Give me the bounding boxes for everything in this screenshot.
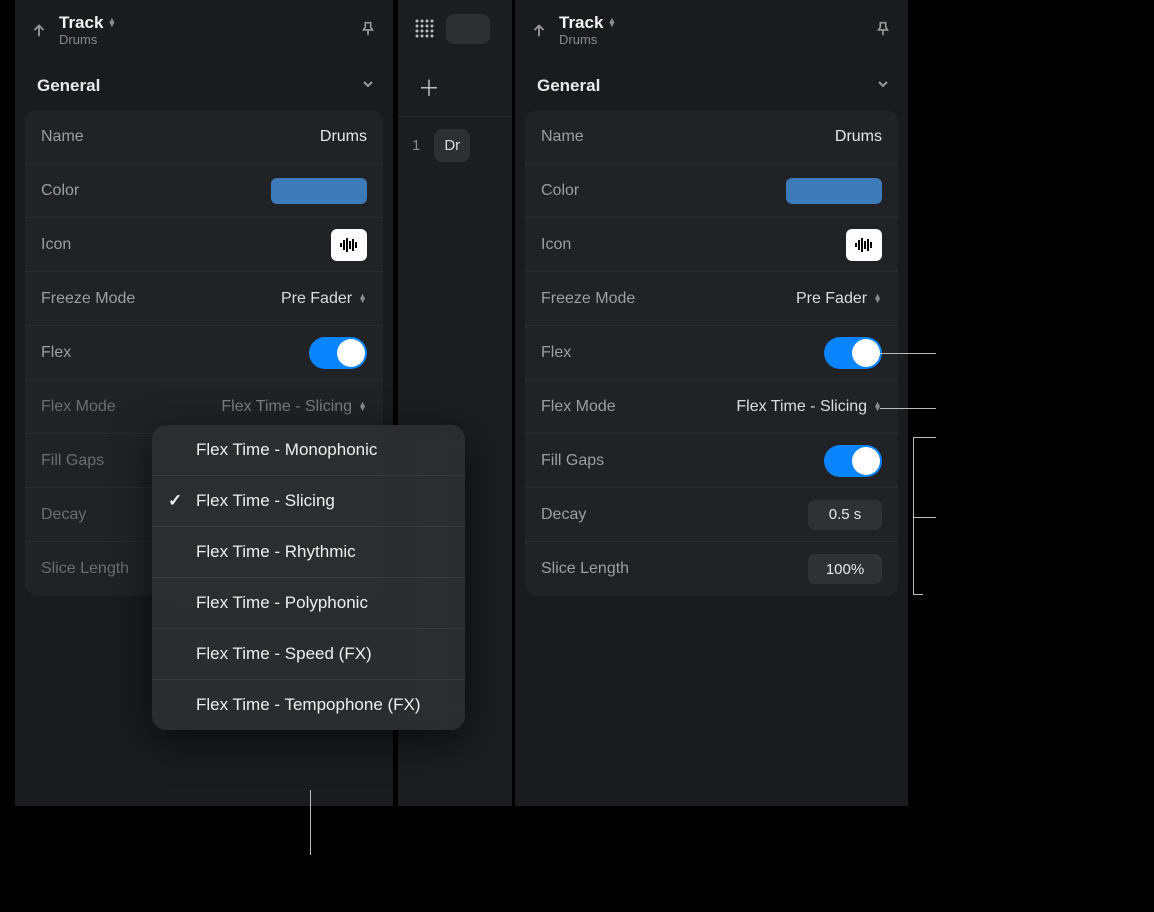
row-fillgaps: Fill Gaps <box>525 434 898 488</box>
popup-item-monophonic[interactable]: Flex Time - Monophonic <box>152 425 465 476</box>
updown-icon: ▲▼ <box>358 295 367 302</box>
track-number: 1 <box>412 137 420 154</box>
header-title[interactable]: Track ▲▼ <box>559 13 874 33</box>
label-color: Color <box>541 182 579 200</box>
callout-line <box>913 517 936 518</box>
label-fillgaps: Fill Gaps <box>41 452 104 470</box>
sort-updown-icon: ▲▼ <box>107 19 116 26</box>
row-freeze[interactable]: Freeze Mode Pre Fader ▲▼ <box>525 272 898 326</box>
inspector-panel-right: Track ▲▼ Drums General Name Drums Color … <box>515 0 908 806</box>
value-freeze: Pre Fader ▲▼ <box>796 290 882 308</box>
popup-item-tempophone[interactable]: Flex Time - Tempophone (FX) <box>152 680 465 730</box>
header-title-text: Track <box>59 13 103 33</box>
updown-icon: ▲▼ <box>358 403 367 410</box>
flex-toggle[interactable] <box>309 337 367 369</box>
color-swatch[interactable] <box>786 178 882 204</box>
label-icon: Icon <box>41 236 71 254</box>
label-freeze: Freeze Mode <box>541 290 635 308</box>
row-name[interactable]: Name Drums <box>525 110 898 164</box>
grid-icon[interactable] <box>414 18 436 40</box>
updown-icon: ▲▼ <box>873 403 882 410</box>
row-icon[interactable]: Icon <box>25 218 383 272</box>
decay-field[interactable]: 0.5 s <box>808 500 882 530</box>
flexmode-text: Flex Time - Slicing <box>736 398 867 416</box>
track-row[interactable]: 1 Dr <box>398 117 512 173</box>
flexmode-popup: Flex Time - Monophonic Flex Time - Slici… <box>152 425 465 730</box>
fillgaps-toggle[interactable] <box>824 445 882 477</box>
row-name[interactable]: Name Drums <box>25 110 383 164</box>
section-general[interactable]: General <box>515 58 908 110</box>
label-name: Name <box>41 128 84 146</box>
updown-icon: ▲▼ <box>873 295 882 302</box>
callout-line <box>880 353 936 354</box>
view-pill[interactable] <box>446 14 490 44</box>
value-flexmode: Flex Time - Slicing ▲▼ <box>221 398 367 416</box>
row-slicelen: Slice Length 100% <box>525 542 898 596</box>
header-subtitle: Drums <box>559 32 874 47</box>
flex-toggle[interactable] <box>824 337 882 369</box>
label-decay: Decay <box>41 506 86 524</box>
value-freeze: Pre Fader ▲▼ <box>281 290 367 308</box>
track-icon-button[interactable] <box>331 229 367 261</box>
value-flexmode: Flex Time - Slicing ▲▼ <box>736 398 882 416</box>
chevron-down-icon <box>361 76 375 96</box>
header-title[interactable]: Track ▲▼ <box>59 13 359 33</box>
row-icon[interactable]: Icon <box>525 218 898 272</box>
row-flexmode[interactable]: Flex Mode Flex Time - Slicing ▲▼ <box>525 380 898 434</box>
row-decay: Decay 0.5 s <box>525 488 898 542</box>
row-color[interactable]: Color <box>25 164 383 218</box>
row-freeze[interactable]: Freeze Mode Pre Fader ▲▼ <box>25 272 383 326</box>
label-flexmode: Flex Mode <box>41 398 116 416</box>
track-chip[interactable]: Dr <box>434 129 470 162</box>
section-title: General <box>37 76 100 96</box>
color-swatch[interactable] <box>271 178 367 204</box>
callout-line <box>913 437 936 438</box>
label-slicelen: Slice Length <box>41 560 129 578</box>
popup-item-polyphonic[interactable]: Flex Time - Polyphonic <box>152 578 465 629</box>
popup-item-slicing[interactable]: Flex Time - Slicing <box>152 476 465 527</box>
section-general[interactable]: General <box>15 58 393 110</box>
label-color: Color <box>41 182 79 200</box>
panel-header: Track ▲▼ Drums <box>515 0 908 58</box>
label-flex: Flex <box>41 344 71 362</box>
callout-line <box>310 790 311 855</box>
callout-line <box>913 594 923 595</box>
panel-header: Track ▲▼ Drums <box>15 0 393 58</box>
label-name: Name <box>541 128 584 146</box>
value-name: Drums <box>835 128 882 146</box>
callout-line <box>913 437 914 594</box>
popup-item-rhythmic[interactable]: Flex Time - Rhythmic <box>152 527 465 578</box>
label-icon: Icon <box>541 236 571 254</box>
slicelen-field[interactable]: 100% <box>808 554 882 584</box>
row-flex: Flex <box>25 326 383 380</box>
pin-icon[interactable] <box>874 20 894 40</box>
label-slicelen: Slice Length <box>541 560 629 578</box>
freeze-text: Pre Fader <box>281 290 352 308</box>
label-flex: Flex <box>541 344 571 362</box>
popup-item-speed[interactable]: Flex Time - Speed (FX) <box>152 629 465 680</box>
label-decay: Decay <box>541 506 586 524</box>
chevron-down-icon <box>876 76 890 96</box>
sort-updown-icon: ▲▼ <box>607 19 616 26</box>
row-color[interactable]: Color <box>525 164 898 218</box>
track-icon-button[interactable] <box>846 229 882 261</box>
back-up-icon[interactable] <box>29 20 49 40</box>
freeze-text: Pre Fader <box>796 290 867 308</box>
pin-icon[interactable] <box>359 20 379 40</box>
value-name: Drums <box>320 128 367 146</box>
label-fillgaps: Fill Gaps <box>541 452 604 470</box>
label-flexmode: Flex Mode <box>541 398 616 416</box>
label-freeze: Freeze Mode <box>41 290 135 308</box>
callout-line <box>880 408 936 409</box>
flexmode-text: Flex Time - Slicing <box>221 398 352 416</box>
header-title-text: Track <box>559 13 603 33</box>
properties-card: Name Drums Color Icon Freeze Mode Pre Fa… <box>525 110 898 596</box>
row-flex: Flex <box>525 326 898 380</box>
header-subtitle: Drums <box>59 32 359 47</box>
add-track-icon[interactable]: ＋ <box>418 71 440 103</box>
section-title: General <box>537 76 600 96</box>
back-up-icon[interactable] <box>529 20 549 40</box>
